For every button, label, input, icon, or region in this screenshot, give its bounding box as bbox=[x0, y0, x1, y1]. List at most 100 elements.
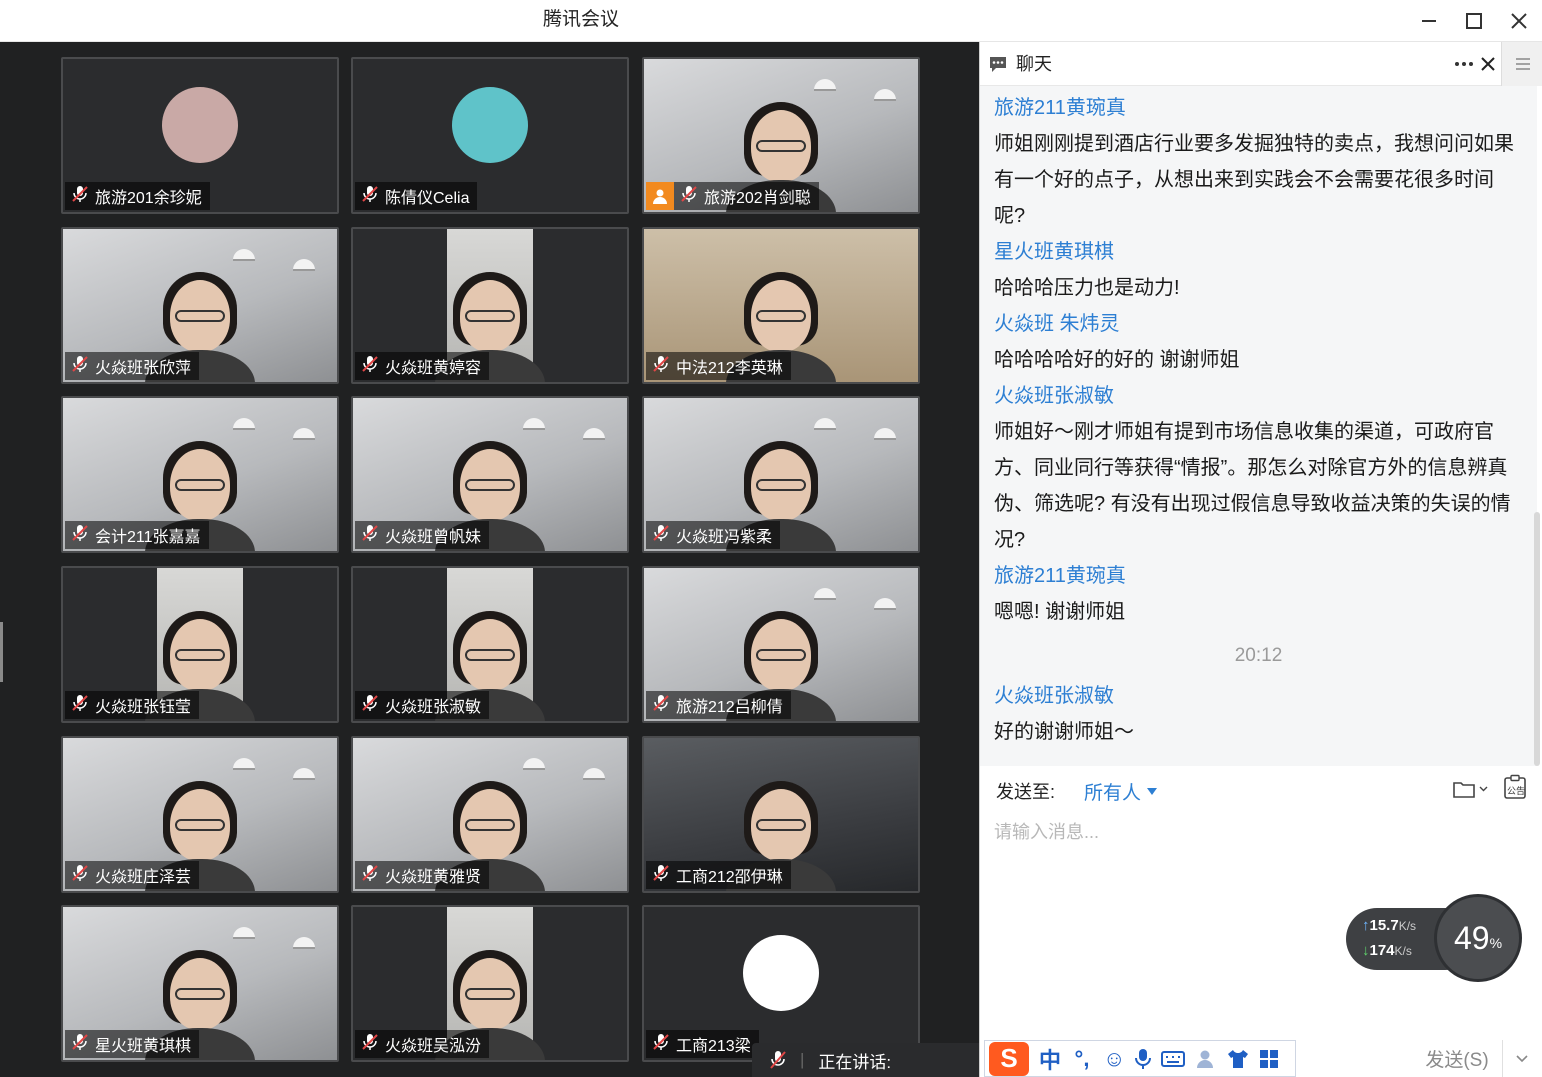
message-sender[interactable]: 旅游211黄琬真 bbox=[994, 558, 1523, 594]
chat-message: 旅游211黄琬真嗯嗯! 谢谢师姐 bbox=[994, 558, 1523, 630]
message-sender[interactable]: 火焱班 朱炜灵 bbox=[994, 306, 1523, 342]
participant-name: 旅游212吕柳倩 bbox=[676, 699, 783, 716]
send-options-button[interactable] bbox=[1502, 1040, 1540, 1077]
microphone-icon[interactable] bbox=[1135, 1048, 1151, 1070]
participant-tile[interactable]: 火焱班冯紫柔 bbox=[642, 396, 920, 553]
participant-tile[interactable]: 火焱班张钰莹 bbox=[61, 566, 339, 723]
video-background bbox=[814, 588, 836, 600]
message-text: 嗯嗯! 谢谢师姐 bbox=[994, 601, 1126, 623]
skin-shirt-icon[interactable] bbox=[1227, 1049, 1249, 1069]
announcement-button[interactable]: 公告 bbox=[1502, 774, 1530, 802]
maximize-button[interactable] bbox=[1459, 6, 1489, 36]
participant-name: 星火班黄琪棋 bbox=[95, 1038, 192, 1055]
video-background bbox=[814, 418, 836, 430]
participant-tile[interactable]: 会计211张嘉嘉 bbox=[61, 396, 339, 553]
participant-name-tag: 中法212李英琳 bbox=[646, 352, 791, 380]
window-title: 腾讯会议 bbox=[542, 9, 619, 30]
chevron-down-icon bbox=[1515, 1054, 1528, 1062]
sogou-logo-icon[interactable]: S bbox=[989, 1041, 1029, 1076]
video-background bbox=[293, 428, 315, 440]
side-menu-button[interactable] bbox=[1501, 42, 1542, 86]
mic-muted-icon bbox=[71, 355, 89, 378]
mic-muted-icon bbox=[652, 524, 670, 547]
mic-muted-icon bbox=[71, 864, 89, 887]
video-background bbox=[233, 927, 255, 939]
video-background bbox=[583, 768, 605, 780]
participant-tile[interactable]: 工商213梁 bbox=[642, 905, 920, 1062]
toolbox-grid-icon[interactable] bbox=[1259, 1049, 1279, 1069]
caret-down-icon bbox=[1147, 788, 1158, 795]
minimize-button[interactable] bbox=[1414, 6, 1444, 36]
mic-muted-icon bbox=[361, 185, 379, 208]
more-icon bbox=[1455, 62, 1473, 66]
download-arrow-icon: ↓ bbox=[1362, 942, 1370, 959]
chat-close-button[interactable] bbox=[1478, 50, 1498, 78]
chat-message: 火焱班 朱炜灵 哈哈哈哈好的好的 谢谢师姐 bbox=[994, 306, 1523, 378]
title-bar: 腾讯会议 bbox=[0, 0, 1542, 42]
participant-tile[interactable]: 陈倩仪Celia bbox=[351, 57, 629, 214]
participant-tile[interactable]: 火焱班曾帆妹 bbox=[351, 396, 629, 553]
participant-name: 工商212邵伊琳 bbox=[676, 869, 783, 886]
avatar bbox=[743, 935, 819, 1011]
participant-tile[interactable]: 旅游202肖剑聪 bbox=[642, 57, 920, 214]
close-window-button[interactable] bbox=[1504, 6, 1534, 36]
participant-tile[interactable]: 星火班黄琪棋 bbox=[61, 905, 339, 1062]
network-monitor-widget[interactable]: ↑15.7K/s ↓174K/s 49% bbox=[1346, 894, 1522, 984]
participant-tile[interactable]: 火焱班黄雅贤 bbox=[351, 736, 629, 893]
message-text: 师姐好～刚才师姐有提到市场信息收集的渠道，可政府官方、同业同行等获得“情报”。那… bbox=[994, 421, 1511, 551]
message-sender[interactable]: 星火班黄琪棋 bbox=[994, 234, 1523, 270]
participant-tile[interactable]: 火焱班黄婷容 bbox=[351, 227, 629, 384]
participant-tile[interactable]: 旅游212吕柳倩 bbox=[642, 566, 920, 723]
cpu-usage-gauge: 49% bbox=[1434, 894, 1522, 982]
participant-tile[interactable]: 火焱班张欣萍 bbox=[61, 227, 339, 384]
chat-panel: 聊天 旅游211黄琬真 师姐刚刚提到酒店行业要多发掘独特的卖点，我想问问如果有一个… bbox=[979, 42, 1542, 1077]
mic-muted-icon bbox=[361, 694, 379, 717]
chevron-down-icon bbox=[1479, 786, 1488, 792]
participant-name: 旅游201余珍妮 bbox=[95, 190, 202, 207]
video-background bbox=[293, 768, 315, 780]
participant-name: 旅游202肖剑聪 bbox=[704, 190, 811, 207]
ime-mode-toggle[interactable]: 中 bbox=[1039, 1043, 1061, 1075]
mic-muted-icon bbox=[652, 355, 670, 378]
participant-tile[interactable]: 火焱班庄泽芸 bbox=[61, 736, 339, 893]
message-input[interactable] bbox=[994, 812, 1514, 852]
participant-tile[interactable]: 工商212邵伊琳 bbox=[642, 736, 920, 893]
participant-name-tag: 工商213梁 bbox=[646, 1030, 759, 1058]
send-button[interactable]: 发送(S) bbox=[1412, 1040, 1502, 1077]
participant-name: 工商213梁 bbox=[676, 1038, 751, 1055]
participant-tile[interactable]: 旅游201余珍妮 bbox=[61, 57, 339, 214]
mic-muted-icon bbox=[361, 864, 379, 887]
participant-tile[interactable]: 火焱班吴泓汾 bbox=[351, 905, 629, 1062]
emoji-icon[interactable]: ☺ bbox=[1103, 1046, 1125, 1072]
user-icon[interactable] bbox=[1195, 1048, 1217, 1070]
participant-name: 火焱班吴泓汾 bbox=[385, 1038, 482, 1055]
keyboard-icon[interactable] bbox=[1161, 1050, 1185, 1068]
chat-message: 星火班黄琪棋 哈哈哈压力也是动力! bbox=[994, 234, 1523, 306]
participant-name-tag: 旅游202肖剑聪 bbox=[646, 182, 819, 210]
meeting-window: 腾讯会议 旅游201余珍妮 陈倩仪Celia 旅游202肖剑聪火焱班张欣萍 火焱班黄婷… bbox=[0, 0, 1542, 1077]
participant-tile[interactable]: 中法212李英琳 bbox=[642, 227, 920, 384]
speaking-label: 正在讲话: bbox=[818, 1052, 892, 1072]
video-background bbox=[523, 418, 545, 430]
chat-scrollbar[interactable] bbox=[1534, 512, 1540, 766]
participant-name-tag: 火焱班冯紫柔 bbox=[646, 521, 781, 549]
mic-muted-icon bbox=[71, 185, 89, 208]
participant-name: 火焱班张欣萍 bbox=[95, 360, 192, 377]
speaking-indicator: | 正在讲话: bbox=[752, 1043, 992, 1077]
video-gallery: 旅游201余珍妮 陈倩仪Celia 旅游202肖剑聪火焱班张欣萍 火焱班黄婷容 中法21… bbox=[0, 42, 979, 1077]
file-button[interactable] bbox=[1452, 776, 1492, 802]
mic-muted-icon bbox=[652, 1033, 670, 1056]
send-to-selector[interactable]: 所有人 bbox=[1084, 778, 1158, 805]
video-background bbox=[523, 758, 545, 770]
chat-more-button[interactable] bbox=[1452, 50, 1476, 78]
message-sender[interactable]: 火焱班张淑敏 bbox=[994, 678, 1523, 714]
video-background bbox=[293, 259, 315, 271]
gallery-scroll-handle[interactable] bbox=[0, 622, 3, 682]
chat-header: 聊天 bbox=[980, 42, 1542, 86]
message-sender[interactable]: 旅游211黄琬真 bbox=[994, 90, 1523, 126]
hamburger-icon bbox=[1515, 58, 1530, 70]
ime-punct-toggle[interactable]: °, bbox=[1071, 1046, 1093, 1072]
close-icon bbox=[1481, 57, 1495, 71]
participant-tile[interactable]: 火焱班张淑敏 bbox=[351, 566, 629, 723]
message-sender[interactable]: 火焱班张淑敏 bbox=[994, 378, 1523, 414]
